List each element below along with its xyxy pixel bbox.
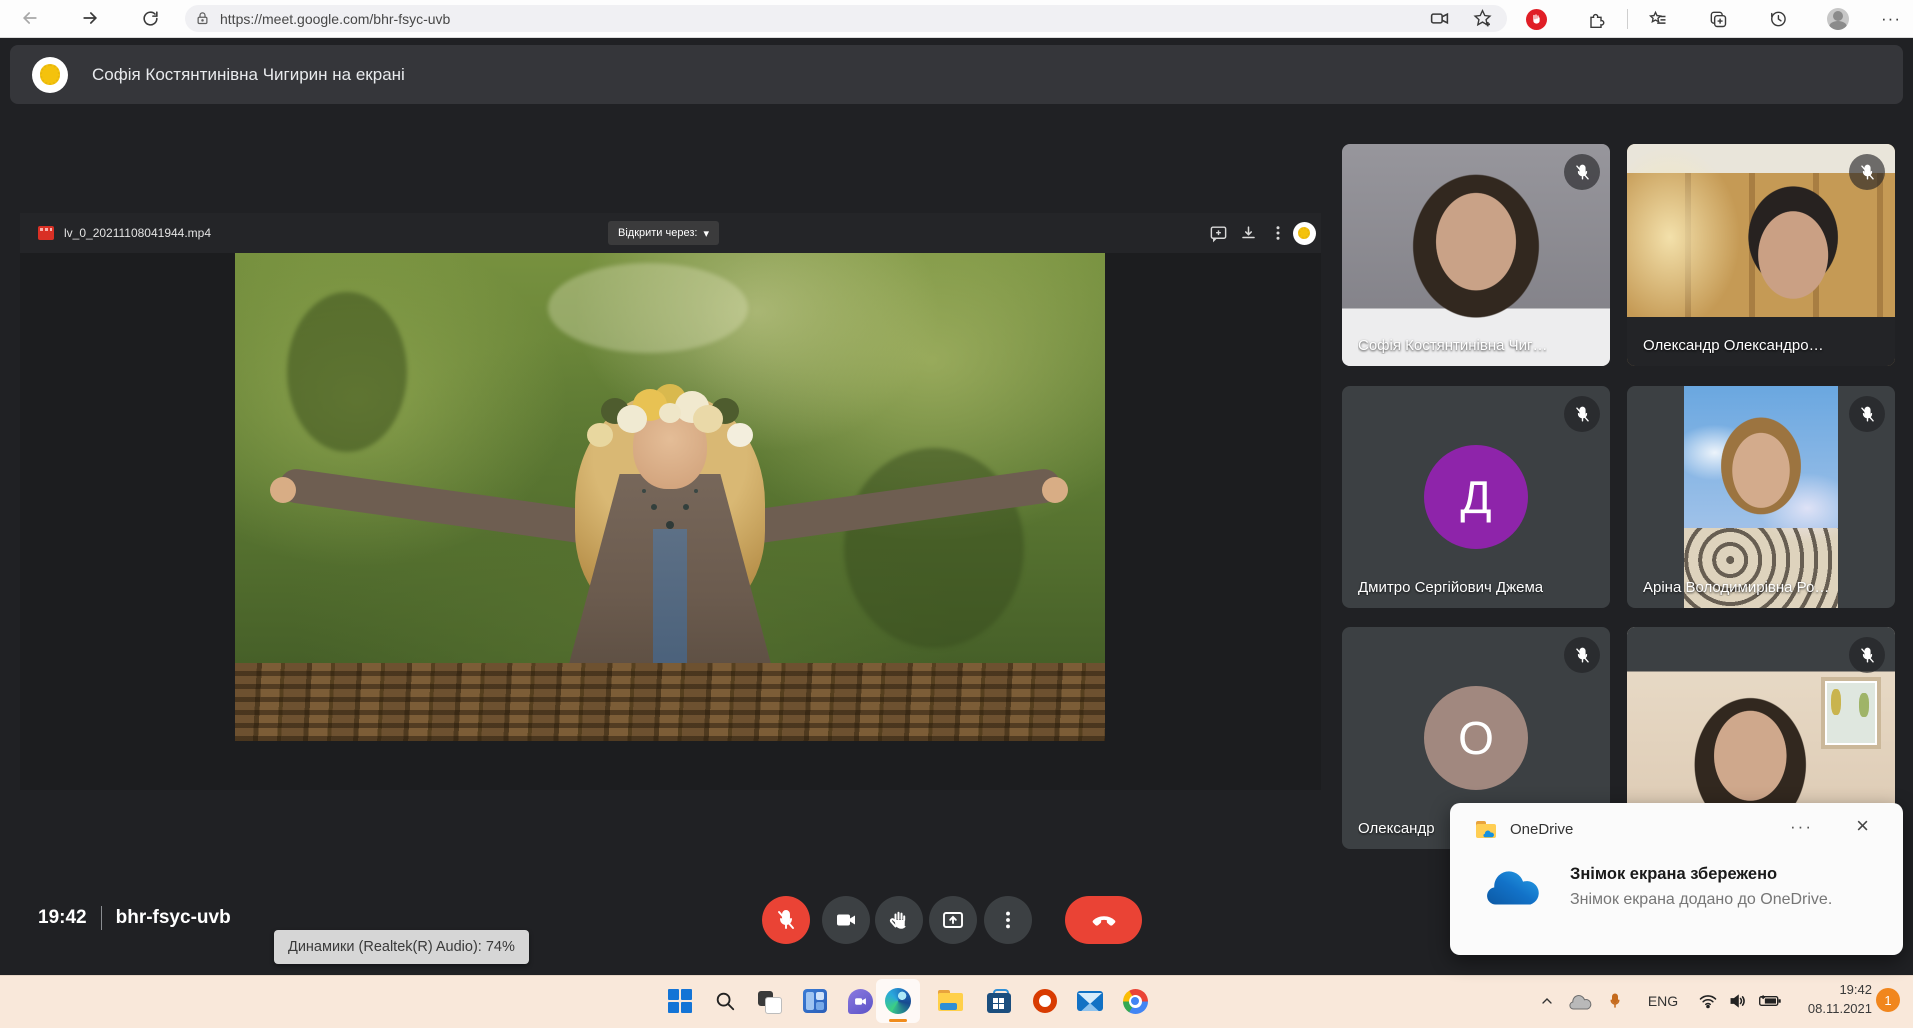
lock-icon <box>195 11 210 26</box>
toolbar-divider <box>1627 9 1628 29</box>
presenting-banner-text: Софія Костянтинівна Чигирин на екрані <box>92 65 405 85</box>
address-bar[interactable]: https://meet.google.com/bhr-fsyc-uvb <box>185 5 1507 32</box>
mic-in-use-icon[interactable] <box>1601 987 1629 1015</box>
browser-toolbar: https://meet.google.com/bhr-fsyc-uvb ··· <box>0 0 1913 38</box>
meeting-code: bhr-fsyc-uvb <box>116 907 231 929</box>
girl-arm-left <box>277 467 599 545</box>
wifi-icon[interactable] <box>1694 987 1722 1015</box>
collections-icon[interactable] <box>1705 6 1731 32</box>
raise-hand-button[interactable] <box>875 896 923 944</box>
taskbar-clock[interactable]: 19:42 08.11.2021 <box>1806 981 1872 1019</box>
onedrive-cloud-icon <box>1480 865 1544 912</box>
language-indicator[interactable]: ENG <box>1644 987 1682 1015</box>
adblock-extension-icon[interactable] <box>1523 6 1549 32</box>
mic-off-icon <box>1849 637 1885 673</box>
participant-name: Олександр Олександро… <box>1643 337 1824 354</box>
participant-tile[interactable]: Олександр Олександро… <box>1627 144 1895 366</box>
onedrive-folder-icon <box>1476 821 1498 838</box>
browser-menu-icon[interactable]: ··· <box>1878 6 1904 32</box>
participant-tile[interactable]: Аріна Володимирівна Ро… <box>1627 386 1895 608</box>
widgets-icon[interactable] <box>801 987 829 1015</box>
account-avatar-sun-icon[interactable] <box>1292 221 1316 245</box>
participant-tile[interactable]: Д Дмитро Сергійович Джема <box>1342 386 1610 608</box>
onedrive-notification: OneDrive ··· × Знімок екрана збережено З… <box>1450 803 1903 955</box>
onedrive-tray-icon[interactable] <box>1566 987 1594 1015</box>
notification-badge[interactable]: 1 <box>1876 988 1900 1012</box>
toast-app-name: OneDrive <box>1510 821 1573 838</box>
forward-icon[interactable] <box>78 6 102 30</box>
mic-off-icon <box>1849 154 1885 190</box>
volume-tooltip: Динамики (Realtek(R) Audio): 74% <box>274 930 529 964</box>
participant-avatar: Д <box>1424 445 1528 549</box>
back-icon[interactable] <box>18 6 42 30</box>
player-more-icon[interactable] <box>1266 221 1290 245</box>
favorites-bar-icon[interactable] <box>1645 6 1671 32</box>
hang-up-button[interactable] <box>1065 896 1142 944</box>
toast-title: Знімок екрана збережено <box>1570 865 1777 884</box>
flower-wreath <box>659 403 681 423</box>
file-explorer-icon[interactable] <box>937 987 965 1015</box>
microsoft-store-icon[interactable] <box>985 987 1013 1015</box>
participant-name: Аріна Володимирівна Ро… <box>1643 579 1829 596</box>
download-icon[interactable] <box>1236 221 1260 245</box>
search-icon[interactable] <box>711 987 739 1015</box>
tab-camera-icon[interactable] <box>1429 8 1450 29</box>
shared-video-content <box>235 253 1105 741</box>
chevron-down-icon: ▾ <box>703 227 709 240</box>
presenter-avatar-sun-icon <box>32 57 68 93</box>
tray-time: 19:42 <box>1806 981 1872 1000</box>
toast-subtitle: Знімок екрана додано до OneDrive. <box>1570 891 1832 909</box>
profile-avatar-icon[interactable] <box>1825 6 1851 32</box>
toast-more-icon[interactable]: ··· <box>1790 817 1813 837</box>
participant-name: Софія Костянтинівна Чиг… <box>1358 337 1547 354</box>
video-filename: lv_0_20211108041944.mp4 <box>64 226 211 240</box>
task-view-icon[interactable] <box>756 987 784 1015</box>
start-button-icon[interactable] <box>666 987 694 1015</box>
mic-off-icon <box>1564 396 1600 432</box>
mic-off-icon <box>1564 637 1600 673</box>
url-text: https://meet.google.com/bhr-fsyc-uvb <box>220 11 1429 27</box>
add-favorite-icon[interactable] <box>1472 8 1493 29</box>
reload-icon[interactable] <box>138 6 162 30</box>
chat-icon[interactable] <box>846 987 874 1015</box>
add-note-icon[interactable] <box>1206 221 1230 245</box>
mail-icon[interactable] <box>1076 987 1104 1015</box>
participant-name: Дмитро Сергійович Джема <box>1358 579 1543 596</box>
participant-avatar: О <box>1424 686 1528 790</box>
tray-chevron-icon[interactable] <box>1533 987 1561 1015</box>
girl-necklace <box>666 521 674 529</box>
edge-browser-icon[interactable] <box>884 987 912 1015</box>
participant-tile[interactable]: Софія Костянтинівна Чиг… <box>1342 144 1610 366</box>
active-app-indicator <box>889 1019 907 1022</box>
mic-off-icon <box>1564 154 1600 190</box>
wattle-fence <box>235 663 1105 741</box>
mic-off-icon <box>1849 396 1885 432</box>
tray-date: 08.11.2021 <box>1806 1000 1872 1019</box>
present-screen-button[interactable] <box>929 896 977 944</box>
camera-button[interactable] <box>822 896 870 944</box>
participant-video <box>1684 386 1838 608</box>
presenting-banner: Софія Костянтинівна Чигирин на екрані <box>10 45 1903 104</box>
desktop-screen: https://meet.google.com/bhr-fsyc-uvb ··· <box>0 0 1913 1028</box>
battery-charging-icon[interactable] <box>1756 987 1784 1015</box>
history-icon[interactable] <box>1765 6 1791 32</box>
participant-name: Олександр <box>1358 820 1435 837</box>
toast-close-icon[interactable]: × <box>1856 813 1869 839</box>
open-with-button[interactable]: Відкрити через:▾ <box>608 221 719 245</box>
meeting-info: 19:42 bhr-fsyc-uvb <box>38 906 231 930</box>
office-icon[interactable] <box>1031 987 1059 1015</box>
chrome-icon[interactable] <box>1121 987 1149 1015</box>
volume-icon[interactable] <box>1724 987 1752 1015</box>
meeting-time: 19:42 <box>38 907 87 929</box>
shared-screen-player: lv_0_20211108041944.mp4 Відкрити через:▾ <box>20 213 1321 790</box>
extensions-icon[interactable] <box>1583 6 1609 32</box>
mic-mute-button[interactable] <box>762 896 810 944</box>
video-file-icon <box>38 226 54 240</box>
more-options-button[interactable] <box>984 896 1032 944</box>
wall-picture <box>1821 677 1881 749</box>
